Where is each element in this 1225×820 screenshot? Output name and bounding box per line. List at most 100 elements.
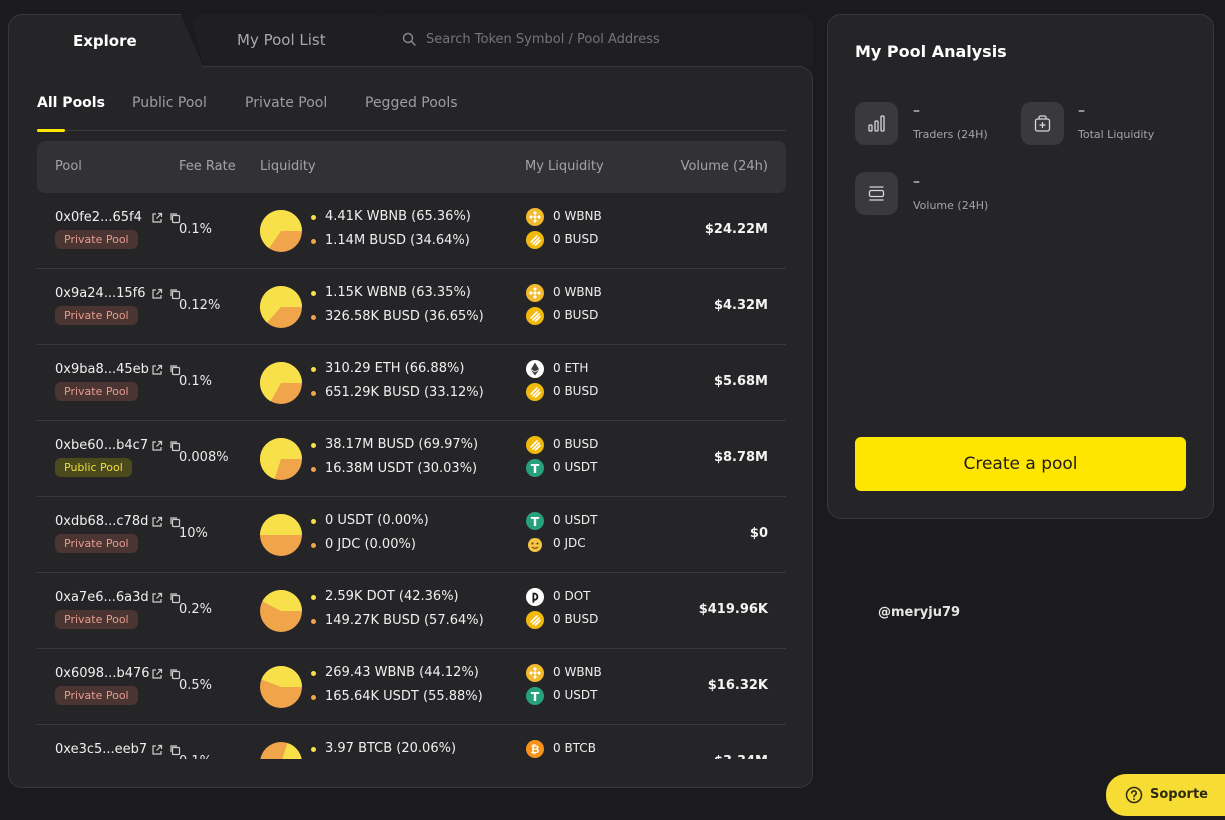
liquidity-line-2: 651.29K BUSD (33.12%) (311, 385, 484, 400)
liquidity-line-1: 4.41K WBNB (65.36%) (311, 209, 471, 224)
liquidity-amount: 269.43 WBNB (44.12%) (325, 665, 479, 680)
fee-rate: 0.5% (179, 678, 213, 693)
pool-type-badge: Private Pool (55, 306, 138, 325)
my-liquidity-amount: 0 JDC (553, 536, 586, 550)
liquidity-pie-chart (260, 286, 302, 328)
my-liquidity-token-1: 0 USDT (526, 512, 597, 530)
liquidity-amount: 149.27K BUSD (57.64%) (325, 613, 484, 628)
my-liquidity-token-1: ₿ 0 BTCB (526, 740, 596, 758)
pool-address[interactable]: 0x0fe2...65f4 (55, 210, 142, 225)
pool-row[interactable]: 0xbe60...b4c7 Public Pool 0.008% 38.17M BU… (37, 421, 786, 497)
liquidity-amount: 326.58K BUSD (36.65%) (325, 309, 484, 324)
volume-24h: $8.78M (713, 450, 768, 465)
pools-panel: My Pool List Explore All Pools Public Po… (8, 14, 813, 788)
external-link-icon[interactable] (151, 592, 163, 604)
liquidity-pie-chart (260, 666, 302, 708)
pool-row[interactable]: 0x9ba8...45eb Private Pool 0.1% 310.29 ETH… (37, 345, 786, 421)
pool-address[interactable]: 0xe3c5...eeb7 (55, 742, 147, 757)
volume-24h: $4.32M (713, 298, 768, 313)
liquidity-amount: 38.17M BUSD (69.97%) (325, 437, 479, 452)
my-liquidity-token-1: 0 WBNB (526, 208, 602, 226)
busd-icon (526, 307, 544, 325)
pool-row[interactable]: 0xdb68...c78d Private Pool 10% 0 USDT (0.0… (37, 497, 786, 573)
btc-icon: ₿ (526, 740, 544, 758)
legend-dot (311, 239, 316, 244)
tab-my-pool-list-label: My Pool List (237, 31, 326, 49)
subtab-public-pool[interactable]: Public Pool (132, 95, 207, 111)
liquidity-line-2: 165.64K USDT (55.88%) (311, 689, 483, 704)
pool-row[interactable]: 0x6098...b476 Private Pool 0.5% 269.43 WBN… (37, 649, 786, 725)
pool-type-badge: Public Pool (55, 458, 132, 477)
liquidity-line-1: 269.43 WBNB (44.12%) (311, 665, 479, 680)
liquidity-pie-chart (260, 362, 302, 404)
volume-label: Volume (24H) (913, 199, 989, 212)
tab-my-pool-list[interactable]: My Pool List (190, 14, 390, 66)
liquidity-line-2: 0 JDC (0.00%) (311, 537, 416, 552)
legend-dot (311, 215, 316, 220)
tab-explore[interactable]: Explore (8, 14, 204, 68)
column-fee-rate[interactable]: Fee Rate (179, 159, 236, 174)
create-pool-button[interactable]: Create a pool (855, 437, 1186, 491)
pool-address[interactable]: 0x6098...b476 (55, 666, 150, 681)
subtab-all-pools[interactable]: All Pools (37, 95, 105, 111)
table-header: Pool Fee Rate Liquidity My Liquidity Vol… (37, 141, 786, 193)
liquidity-line-2: 149.27K BUSD (57.64%) (311, 613, 484, 628)
active-tab-indicator (37, 129, 65, 132)
pools-table-area: All Pools Public Pool Private Pool Pegge… (8, 66, 813, 788)
liquidity-amount: 0 USDT (0.00%) (325, 513, 429, 528)
search-input[interactable] (426, 28, 786, 50)
column-my-liquidity[interactable]: My Liquidity (525, 159, 604, 174)
my-liquidity-amount: 0 BUSD (553, 437, 599, 451)
my-liquidity-token-1: 0 ETH (526, 360, 588, 378)
pool-row[interactable]: 0x0fe2...65f4 Private Pool 0.1% 4.41K WBNB… (37, 193, 786, 269)
subtab-private-pool[interactable]: Private Pool (245, 95, 327, 111)
tab-explore-label: Explore (73, 32, 137, 50)
liquidity-stat-icon-box (1021, 102, 1064, 145)
pool-address[interactable]: 0x9a24...15f6 (55, 286, 146, 301)
my-liquidity-amount: 0 USDT (553, 460, 598, 474)
column-volume[interactable]: Volume (24h) (681, 159, 768, 174)
jdc-icon (528, 538, 542, 552)
my-liquidity-token-2: 0 USDT (526, 459, 598, 477)
external-link-icon[interactable] (151, 440, 163, 452)
support-button[interactable]: Soporte (1106, 774, 1225, 816)
pool-address[interactable]: 0xbe60...b4c7 (55, 438, 148, 453)
traders-stat-icon-box (855, 102, 898, 145)
pool-row[interactable]: 0xa7e6...6a3d Private Pool 0.2% 2.59K DOT … (37, 573, 786, 649)
external-link-icon[interactable] (151, 288, 163, 300)
search-box[interactable] (372, 14, 813, 66)
external-link-icon[interactable] (151, 364, 163, 376)
liquidity-amount: 16.38M USDT (30.03%) (325, 461, 478, 476)
column-liquidity[interactable]: Liquidity (260, 159, 316, 174)
watermark: @meryju79 (878, 605, 961, 620)
pool-address[interactable]: 0xa7e6...6a3d (55, 590, 149, 605)
my-liquidity-token-1: 0 WBNB (526, 284, 602, 302)
subtab-pegged-pools[interactable]: Pegged Pools (365, 95, 458, 111)
fee-rate: 0.2% (179, 602, 213, 617)
my-liquidity-token-2: 0 BUSD (526, 383, 598, 401)
liquidity-amount: 4.41K WBNB (65.36%) (325, 209, 471, 224)
pools-list: 0x0fe2...65f4 Private Pool 0.1% 4.41K WBNB… (37, 193, 786, 759)
pool-row[interactable]: 0x9a24...15f6 Private Pool 0.12% 1.15K WBN… (37, 269, 786, 345)
pool-type-badge: Private Pool (55, 686, 138, 705)
pool-address[interactable]: 0xdb68...c78d (55, 514, 148, 529)
liquidity-line-2: 16.38M USDT (30.03%) (311, 461, 477, 476)
external-link-icon[interactable] (151, 744, 163, 756)
liquidity-pie-chart (260, 438, 302, 480)
liquidity-amount: 651.29K BUSD (33.12%) (325, 385, 484, 400)
volume-stat-icon-box (855, 172, 898, 215)
pool-row[interactable]: 0xe3c5...eeb7 0.1% 3.97 BTCB (20.06%) ₿ 0 B… (37, 725, 786, 759)
volume-24h: $5.68M (713, 374, 768, 389)
liquidity-pie-chart (260, 589, 302, 632)
volume-24h: $419.96K (698, 602, 768, 617)
liquidity-line-1: 310.29 ETH (66.88%) (311, 361, 464, 376)
my-liquidity-token-1: 0 DOT (526, 588, 590, 606)
volume-24h: $3.34M (714, 754, 768, 759)
liquidity-amount: 310.29 ETH (66.88%) (325, 361, 465, 376)
pool-address[interactable]: 0x9ba8...45eb (55, 362, 149, 377)
external-link-icon[interactable] (151, 668, 163, 680)
external-link-icon[interactable] (151, 212, 163, 224)
liquidity-line-2: 326.58K BUSD (36.65%) (311, 309, 484, 324)
external-link-icon[interactable] (151, 516, 163, 528)
liquidity-bag-icon (1034, 115, 1051, 132)
